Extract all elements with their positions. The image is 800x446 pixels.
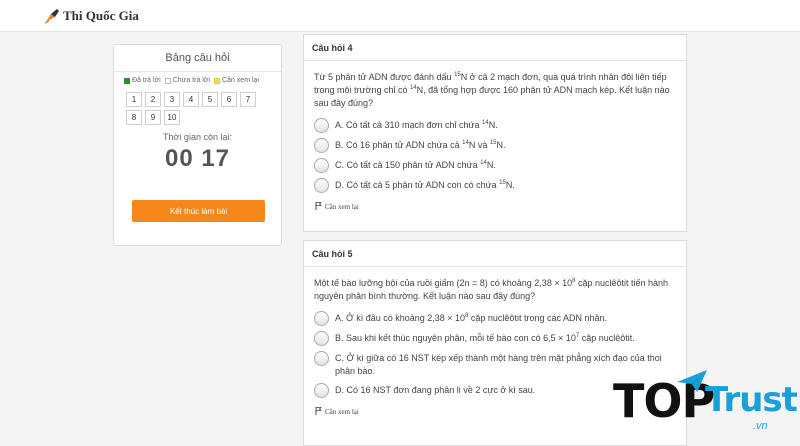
option-text: B. Sau khi kết thúc nguyên phân, mỗi tế … [335,333,576,343]
question-stem: Từ 5 phân tử ADN được đánh dấu 15N ở cả … [304,61,686,110]
radio-button[interactable] [314,311,329,326]
watermark-domain-text: .vn [753,420,768,432]
answer-option-b[interactable]: B. Có 16 phân tử ADN chứa cả 14N và 15N. [304,136,686,156]
option-text: B. Có 16 phân tử ADN chứa cả [335,140,463,150]
question-number-button[interactable]: 8 [126,110,142,125]
legend-label: Cần xem lại [222,77,259,84]
unanswered-swatch [164,77,171,84]
panel-title: Bảng câu hỏi [114,45,281,72]
option-label: A. Ở kì đầu có khoảng 2,38 × 108 cặp nuc… [335,312,607,325]
question-number-button[interactable]: 7 [240,92,256,107]
question-header: Câu hỏi 5 [304,241,686,267]
option-text: C. Có tất cả 150 phân tử ADN chứa [335,160,481,170]
stem-text: Từ 5 phân tử ADN được đánh dấu [314,72,455,82]
question-number-button[interactable]: 10 [164,110,180,125]
answered-swatch [124,77,130,84]
stem-text: Một tế bào lưỡng bội của ruồi giấm (2n =… [314,278,573,288]
question-number-button[interactable]: 1 [126,92,142,107]
question-header: Câu hỏi 4 [304,35,686,61]
question-number-grid: 1 2 3 4 5 6 7 8 9 10 [114,84,274,125]
option-text: N và [468,140,490,150]
radio-button[interactable] [314,158,329,173]
legend-unanswered: Chưa trả lời [164,77,211,84]
question-number-button[interactable]: 2 [145,92,161,107]
question-card-4: Câu hỏi 4 Từ 5 phân tử ADN được đánh dấu… [303,34,687,232]
watermark-trust-text: Trust [705,380,798,420]
legend-label: Đã trả lời [132,77,161,84]
toptrust-watermark: TOP Trust .vn [613,368,798,440]
option-text: cặp nuclêôtit trong các ADN nhân. [468,313,607,323]
radio-button[interactable] [314,138,329,153]
radio-button[interactable] [314,351,329,366]
logo-text: Thi Quốc Gia [63,8,139,23]
answer-option-c[interactable]: C. Có tất cả 150 phân tử ADN chứa 14N. [304,156,686,176]
answer-option-d[interactable]: D. Có tất cả 5 phân tử ADN con có chứa 1… [304,176,686,196]
radio-button[interactable] [314,331,329,346]
option-label: D. Có 16 NST đơn đang phân li về 2 cực ở… [335,385,536,395]
option-text: A. Ở kì đầu có khoảng 2,38 × 10 [335,313,466,323]
question-number-button[interactable]: 4 [183,92,199,107]
option-label: B. Sau khi kết thúc nguyên phân, mỗi tế … [335,332,635,345]
legend-answered: Đã trả lời [124,77,161,84]
radio-button[interactable] [314,178,329,193]
question-number-button[interactable]: 3 [164,92,180,107]
question-board-panel: Bảng câu hỏi Đã trả lời Chưa trả lời Cần… [113,44,282,246]
flag-icon [315,202,322,212]
superscript: 14 [409,85,417,91]
superscript: 15 [454,72,461,78]
option-text: A. Có tất cả 310 mạch đơn chỉ chứa [335,120,483,130]
pen-nib-icon [44,8,60,24]
site-logo[interactable]: Thi Quốc Gia [44,8,139,24]
answer-option-b[interactable]: B. Sau khi kết thúc nguyên phân, mỗi tế … [304,329,686,349]
legend-review: Cần xem lại [214,77,259,84]
question-number-button[interactable]: 6 [221,92,237,107]
review-label: Cần xem lại [325,408,359,416]
mark-for-review-link[interactable]: Cần xem lại [304,196,686,212]
question-stem: Một tế bào lưỡng bội của ruồi giấm (2n =… [304,267,686,303]
radio-button[interactable] [314,383,329,398]
superscript: 14 [480,160,487,166]
option-label: D. Có tất cả 5 phân tử ADN con có chứa 1… [335,179,515,192]
option-text: D. Có tất cả 5 phân tử ADN con có chứa [335,180,500,190]
superscript: 14 [482,120,489,126]
status-legend: Đã trả lời Chưa trả lời Cần xem lại [114,72,281,84]
radio-button[interactable] [314,118,329,133]
legend-label: Chưa trả lời [172,77,211,84]
option-text: N. [505,180,515,190]
option-label: C. Có tất cả 150 phân tử ADN chứa 14N. [335,159,496,172]
option-text: cặp nuclêôtit. [579,333,635,343]
superscript: 14 [462,140,469,146]
option-text: N. [486,160,496,170]
finish-exam-button[interactable]: Kết thúc làm bài [132,200,265,222]
answer-options: A. Có tất cả 310 mạch đơn chỉ chứa 14N. … [304,110,686,196]
flag-icon [315,407,322,417]
option-text: N. [496,140,506,150]
review-label: Cần xem lại [325,203,359,211]
superscript: 15 [499,180,506,186]
timer-label: Thời gian còn lại: [163,132,232,142]
option-label: B. Có 16 phân tử ADN chứa cả 14N và 15N. [335,139,506,152]
answer-option-a[interactable]: A. Ở kì đầu có khoảng 2,38 × 108 cặp nuc… [304,309,686,329]
option-label: A. Có tất cả 310 mạch đơn chỉ chứa 14N. [335,119,498,132]
answer-option-a[interactable]: A. Có tất cả 310 mạch đơn chỉ chứa 14N. [304,116,686,136]
option-text: N. [488,120,498,130]
review-swatch [214,77,221,84]
top-bar: Thi Quốc Gia [0,0,800,32]
question-number-button[interactable]: 5 [202,92,218,107]
question-number-button[interactable]: 9 [145,110,161,125]
countdown-timer: 00 17 [164,145,231,172]
paper-plane-icon [675,368,709,399]
superscript: 15 [489,140,497,146]
